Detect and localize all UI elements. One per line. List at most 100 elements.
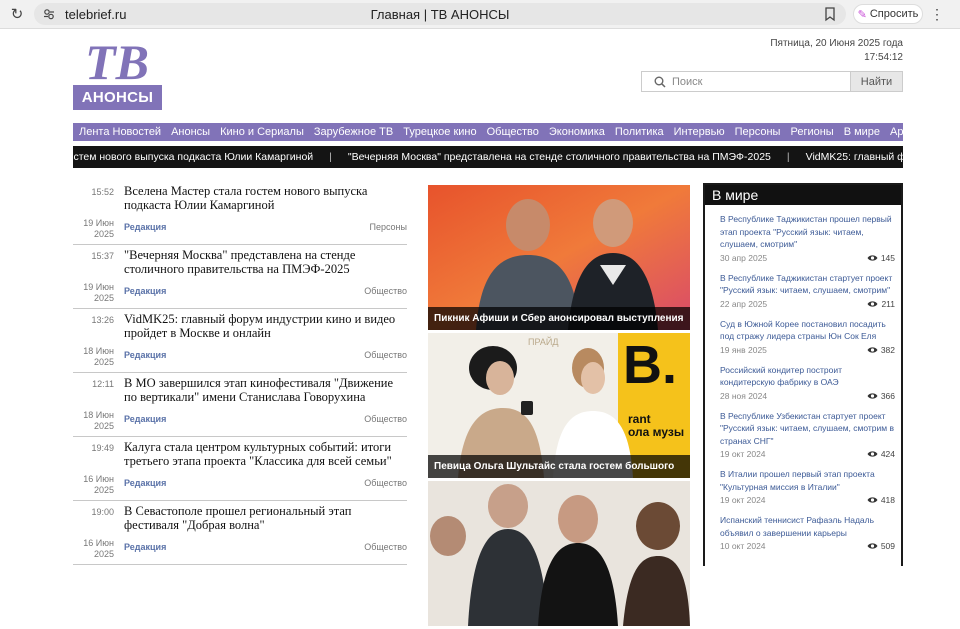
news-item[interactable]: 19:00 В Севастополе прошел региональный … bbox=[73, 501, 407, 565]
view-count: 424 bbox=[867, 447, 895, 461]
news-time: 15:52 bbox=[91, 187, 114, 197]
news-author[interactable]: Редакция bbox=[124, 222, 166, 232]
news-category[interactable]: Общество bbox=[364, 286, 407, 296]
world-news-item[interactable]: В Республике Таджикистан прошел первый э… bbox=[705, 205, 901, 265]
news-category[interactable]: Общество bbox=[364, 350, 407, 360]
news-title[interactable]: VidMK25: главный форум индустрии кино и … bbox=[124, 312, 407, 340]
nav-item-world[interactable]: В мире bbox=[839, 123, 885, 141]
menu-dots-icon[interactable]: ⋮ bbox=[930, 5, 944, 23]
news-item[interactable]: 19:49 Калуга стала центром культурных со… bbox=[73, 437, 407, 501]
featured-card[interactable]: Пикник Афиши и Сбер анонсировал выступле… bbox=[428, 185, 690, 330]
world-news-item[interactable]: Российский кондитер построит кондитерску… bbox=[705, 357, 901, 403]
url-text[interactable]: telebrief.ru bbox=[65, 7, 126, 22]
news-title[interactable]: В Севастополе прошел региональный этап ф… bbox=[124, 504, 407, 532]
news-item[interactable]: 15:52 Вселена Мастер стала гостем нового… bbox=[73, 181, 407, 245]
nav-item-regions[interactable]: Регионы bbox=[785, 123, 838, 141]
reload-icon[interactable]: ↻ bbox=[4, 0, 30, 29]
news-title[interactable]: Калуга стала центром культурных событий:… bbox=[124, 440, 407, 468]
nav-item-feed[interactable]: Лента Новостей bbox=[73, 123, 166, 141]
logo-text: АНОНСЫ bbox=[73, 85, 162, 110]
news-date-day: 16 Июн bbox=[83, 474, 114, 484]
news-title[interactable]: "Вечерняя Москва" представлена на стенде… bbox=[124, 248, 407, 276]
nav-item-movies-series[interactable]: Кино и Сериалы bbox=[215, 123, 309, 141]
view-count: 211 bbox=[867, 297, 895, 311]
world-news-title[interactable]: Российский кондитер построит кондитерску… bbox=[720, 364, 895, 389]
world-news-item[interactable]: Испанский теннисист Рафаэль Надаль объяв… bbox=[705, 507, 901, 553]
world-news-title[interactable]: Суд в Южной Корее постановил посадить по… bbox=[720, 318, 895, 343]
featured-card[interactable]: В. rant ола музы ПРАЙД Певица Ольга Шуль… bbox=[428, 333, 690, 478]
card-caption[interactable]: Пикник Афиши и Сбер анонсировал выступле… bbox=[428, 307, 690, 330]
news-author[interactable]: Редакция bbox=[124, 542, 166, 552]
news-date: 18 Июн 2025 bbox=[73, 410, 114, 432]
news-category[interactable]: Общество bbox=[364, 414, 407, 424]
world-news-item[interactable]: В Республике Узбекистан стартует проект … bbox=[705, 403, 901, 462]
ticker-item[interactable]: "Вечерняя Москва" представлена на стенде… bbox=[348, 151, 771, 163]
view-count-value: 366 bbox=[880, 390, 895, 401]
news-category[interactable]: Общество bbox=[364, 478, 407, 488]
news-title[interactable]: Вселена Мастер стала гостем нового выпус… bbox=[124, 184, 407, 212]
nav-item-army[interactable]: Армия bbox=[885, 123, 903, 141]
news-author[interactable]: Редакция bbox=[124, 478, 166, 488]
ticker-separator: | bbox=[786, 151, 790, 163]
address-bar[interactable]: telebrief.ru Главная | ТВ АНОНСЫ bbox=[34, 3, 846, 25]
news-item[interactable]: 15:37 "Вечерняя Москва" представлена на … bbox=[73, 245, 407, 309]
news-item[interactable]: 13:26 VidMK25: главный форум индустрии к… bbox=[73, 309, 407, 373]
main-nav: Лента Новостей Анонсы Кино и Сериалы Зар… bbox=[73, 123, 903, 141]
view-count: 418 bbox=[867, 493, 895, 507]
browser-toolbar: ↻ telebrief.ru Главная | ТВ АНОНСЫ ✎ Спр… bbox=[0, 0, 960, 29]
news-date: 19 Июн 2025 bbox=[73, 282, 114, 304]
world-news-item[interactable]: В Италии прошел первый этап проекта "Кул… bbox=[705, 461, 901, 507]
nav-item-politics[interactable]: Политика bbox=[610, 123, 669, 141]
world-panel-title[interactable]: В мире bbox=[705, 185, 901, 205]
news-list: 15:52 Вселена Мастер стала гостем нового… bbox=[73, 181, 407, 565]
ask-sparkle-icon: ✎ bbox=[857, 8, 867, 21]
nav-item-society[interactable]: Общество bbox=[482, 123, 544, 141]
site-logo[interactable]: ТВ АНОНСЫ bbox=[73, 38, 162, 112]
world-news-date: 19 янв 2025 bbox=[720, 344, 767, 355]
world-news-title[interactable]: В Республике Таджикистан прошел первый э… bbox=[720, 213, 895, 251]
nav-item-economy[interactable]: Экономика bbox=[544, 123, 610, 141]
news-author[interactable]: Редакция bbox=[124, 350, 166, 360]
news-author[interactable]: Редакция bbox=[124, 414, 166, 424]
world-news-item[interactable]: В Республике Таджикистан стартует проект… bbox=[705, 265, 901, 311]
eye-icon bbox=[867, 451, 878, 457]
nav-item-foreign-tv[interactable]: Зарубежное ТВ bbox=[309, 123, 398, 141]
world-news-title[interactable]: В Италии прошел первый этап проекта "Кул… bbox=[720, 468, 895, 493]
bookmark-icon[interactable] bbox=[822, 6, 838, 22]
search-input[interactable] bbox=[672, 75, 832, 88]
world-news-item[interactable]: Суд в Южной Корее постановил посадить по… bbox=[705, 311, 901, 357]
news-title[interactable]: В МО завершился этап кинофестиваля "Движ… bbox=[124, 376, 407, 404]
nav-item-announcements[interactable]: Анонсы bbox=[166, 123, 215, 141]
view-count: 145 bbox=[867, 251, 895, 265]
featured-card[interactable] bbox=[428, 481, 690, 626]
eye-icon bbox=[867, 392, 878, 399]
news-category[interactable]: Персоны bbox=[369, 222, 407, 232]
ticker-item[interactable]: VidMK25: главный фор bbox=[806, 151, 903, 163]
nav-item-interview[interactable]: Интервью bbox=[669, 123, 730, 141]
news-item[interactable]: 12:11 В МО завершился этап кинофестиваля… bbox=[73, 373, 407, 437]
svg-text:ПРАЙД: ПРАЙД bbox=[528, 336, 558, 347]
news-date-day: 19 Июн bbox=[83, 218, 114, 228]
news-category[interactable]: Общество bbox=[364, 542, 407, 552]
card-photo bbox=[428, 481, 690, 626]
world-news-title[interactable]: Испанский теннисист Рафаэль Надаль объяв… bbox=[720, 514, 895, 539]
news-author[interactable]: Редакция bbox=[124, 286, 166, 296]
news-date-year: 2025 bbox=[93, 293, 114, 303]
world-news-title[interactable]: В Республике Узбекистан стартует проект … bbox=[720, 410, 895, 448]
site-info-icon[interactable] bbox=[42, 7, 56, 21]
search-field[interactable] bbox=[642, 72, 850, 91]
eye-icon bbox=[867, 497, 878, 503]
ask-button[interactable]: ✎ Спросить bbox=[853, 4, 923, 24]
current-time: 17:54:12 bbox=[864, 52, 903, 63]
nav-item-persons[interactable]: Персоны bbox=[730, 123, 786, 141]
eye-icon bbox=[867, 346, 878, 353]
nav-item-turkish-films[interactable]: Турецкое кино bbox=[398, 123, 481, 141]
world-news-title[interactable]: В Республике Таджикистан стартует проект… bbox=[720, 272, 895, 297]
search-button[interactable]: Найти bbox=[850, 72, 902, 91]
news-time: 19:00 bbox=[91, 507, 114, 517]
ticker-item[interactable]: гостем нового выпуска подкаста Юлии Кама… bbox=[73, 151, 313, 163]
news-date-year: 2025 bbox=[93, 421, 114, 431]
news-date-year: 2025 bbox=[93, 549, 114, 559]
news-date-day: 18 Июн bbox=[83, 410, 114, 420]
card-caption[interactable]: Певица Ольга Шультайс стала гостем больш… bbox=[428, 455, 690, 478]
